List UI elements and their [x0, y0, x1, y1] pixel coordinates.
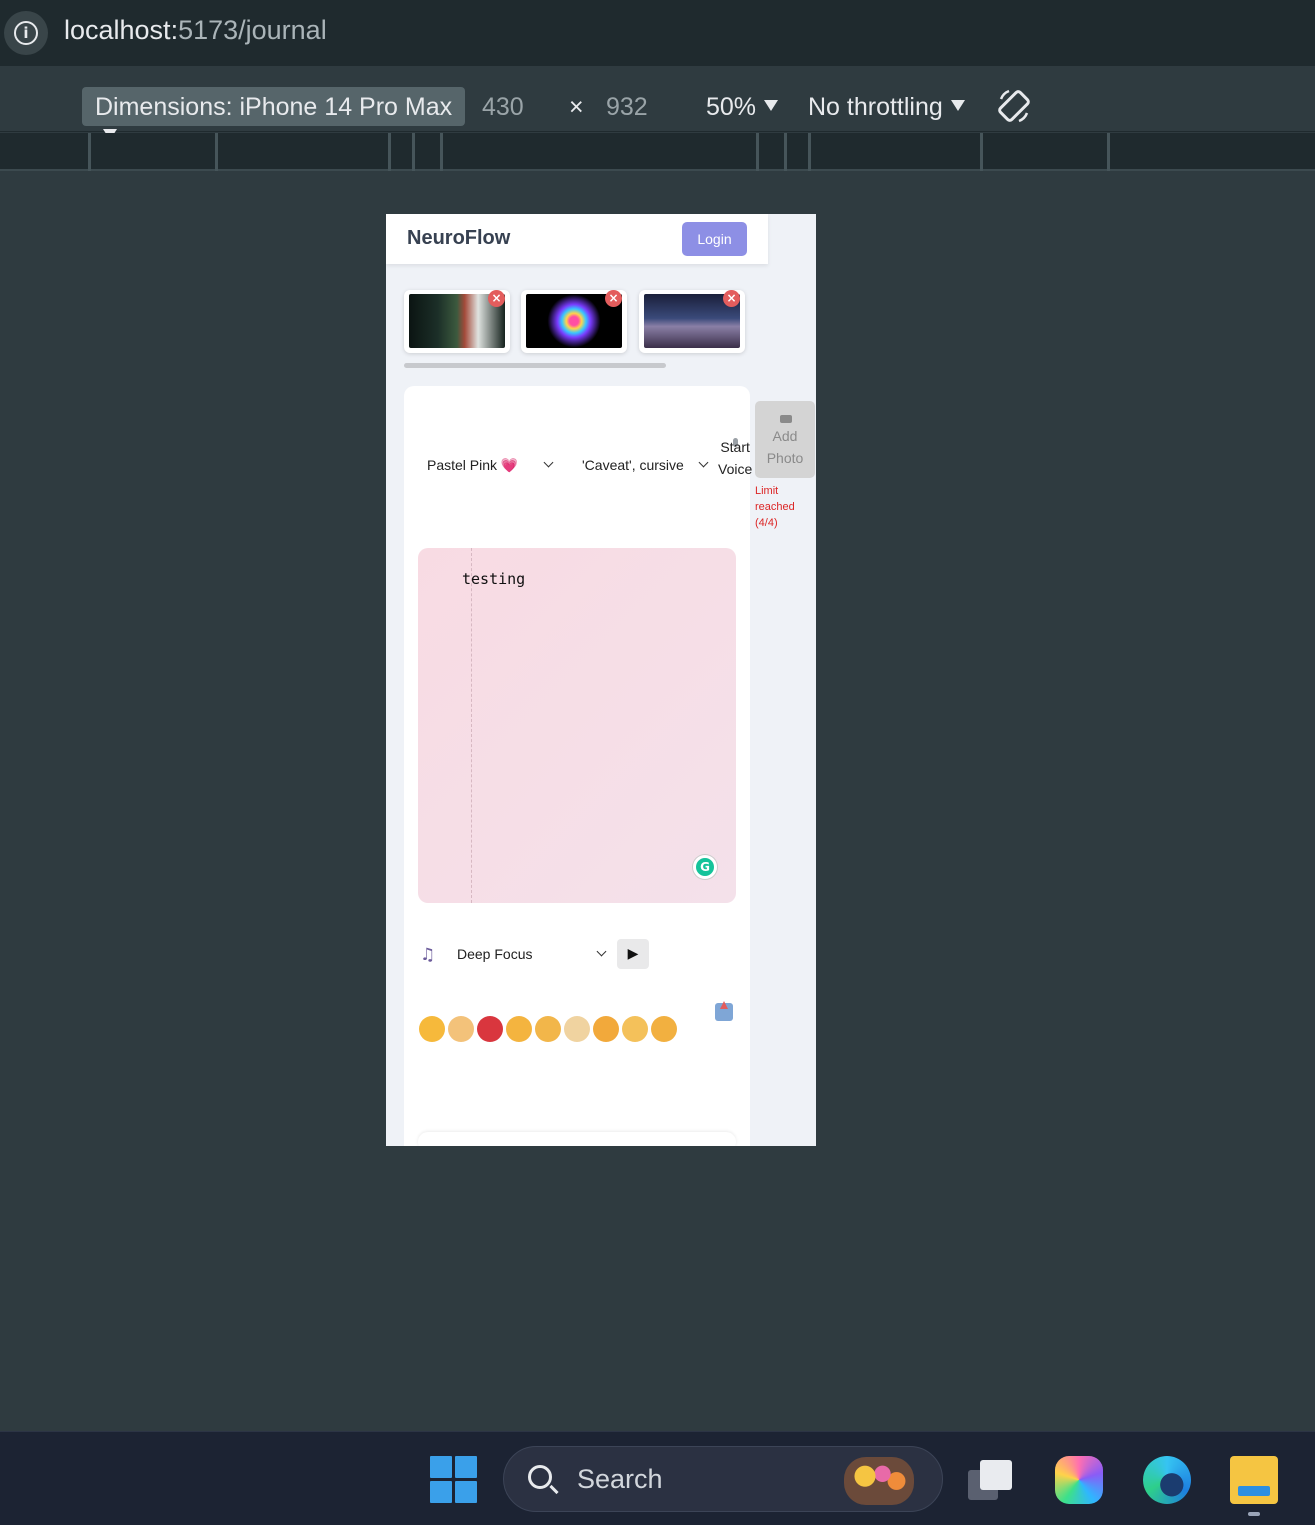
- dropdown-caret-icon: [950, 100, 965, 111]
- ruler-marker: [440, 133, 443, 171]
- rotate-device-icon[interactable]: [995, 87, 1033, 125]
- mood-sleepy-icon[interactable]: [535, 1016, 561, 1042]
- ruler-marker: [784, 133, 787, 171]
- device-viewport: NeuroFlow Login × × × Pastel Pink 💗 'Cav…: [386, 214, 816, 1146]
- next-card: [418, 1132, 736, 1146]
- remove-photo-icon[interactable]: ×: [605, 290, 622, 307]
- limit-line-3: (4/4): [755, 517, 778, 529]
- mood-flushed-icon[interactable]: [448, 1016, 474, 1042]
- journal-editor[interactable]: testing G: [418, 548, 736, 903]
- theme-select[interactable]: Pastel Pink 💗: [427, 457, 518, 474]
- mood-heart-eyes-icon[interactable]: [593, 1016, 619, 1042]
- windows-taskbar: Search: [0, 1431, 1315, 1525]
- height-input[interactable]: 932: [606, 93, 648, 122]
- ruler-marker: [1107, 133, 1110, 171]
- throttling-select[interactable]: No throttling: [808, 93, 965, 122]
- remove-photo-icon[interactable]: ×: [723, 290, 740, 307]
- music-select-value: Deep Focus: [457, 946, 533, 962]
- url-path: 5173/journal: [178, 15, 327, 45]
- grammarly-icon[interactable]: G: [693, 855, 717, 879]
- device-dimensions-label: Dimensions: iPhone 14 Pro Max: [95, 93, 453, 121]
- ruler-marker: [215, 133, 218, 171]
- journal-text[interactable]: testing: [462, 570, 525, 588]
- search-highlight-image: [844, 1457, 914, 1505]
- margin-line: [471, 548, 472, 903]
- file-explorer-icon[interactable]: [1230, 1456, 1278, 1504]
- zoom-select[interactable]: 50%: [706, 93, 779, 122]
- ruler-marker: [808, 133, 811, 171]
- device-toolbar: Dimensions: iPhone 14 Pro Max 430 × 932 …: [0, 66, 1315, 140]
- add-photo-label-line-1: Add: [772, 428, 798, 444]
- start-voice-button[interactable]: Start Voice: [718, 436, 752, 480]
- font-select-value: 'Caveat', cursive: [582, 457, 684, 473]
- font-select[interactable]: 'Caveat', cursive: [582, 457, 684, 473]
- app-header: NeuroFlow Login: [386, 214, 768, 264]
- times-symbol: ×: [569, 93, 584, 121]
- search-label: Search: [577, 1464, 663, 1494]
- mood-angry-icon[interactable]: [477, 1016, 503, 1042]
- ruler-marker: [980, 133, 983, 171]
- ruler-marker: [412, 133, 415, 171]
- voice-label-line-2: Voice: [718, 461, 753, 477]
- mood-nerd-icon[interactable]: [622, 1016, 648, 1042]
- mood-picker: [419, 1016, 677, 1042]
- dropdown-caret-icon: [764, 100, 779, 111]
- ruler-marker: [388, 133, 391, 171]
- mood-laughing-icon[interactable]: [506, 1016, 532, 1042]
- brand-title: NeuroFlow: [407, 227, 511, 249]
- voice-label-line-1: Start: [720, 439, 750, 455]
- add-photo-button[interactable]: Add Photo: [755, 401, 815, 478]
- login-button[interactable]: Login: [682, 222, 747, 256]
- photo-thumbnail[interactable]: ×: [639, 290, 745, 353]
- edge-browser-icon[interactable]: [1143, 1456, 1191, 1504]
- camera-icon: [780, 415, 792, 423]
- photo-thumbnail[interactable]: ×: [521, 290, 627, 353]
- ruler-marker: [756, 133, 759, 171]
- copilot-icon[interactable]: [1055, 1456, 1103, 1504]
- limit-line-2: reached: [755, 501, 795, 513]
- mood-smiling-icon[interactable]: [419, 1016, 445, 1042]
- add-photo-label-line-2: Photo: [766, 450, 804, 466]
- windows-start-icon[interactable]: [430, 1456, 477, 1503]
- horizontal-scrollbar[interactable]: [404, 363, 666, 368]
- url-text[interactable]: localhost:5173/journal: [64, 15, 327, 46]
- photo-limit-message: Limit reached (4/4): [755, 483, 795, 531]
- search-icon: [528, 1465, 552, 1489]
- throttling-label: No throttling: [808, 93, 943, 121]
- theme-select-value: Pastel Pink 💗: [427, 457, 519, 473]
- task-view-icon[interactable]: [966, 1456, 1014, 1504]
- mood-party-icon[interactable]: [651, 1016, 677, 1042]
- limit-line-1: Limit: [755, 485, 779, 497]
- address-bar: i localhost:5173/journal: [0, 0, 1315, 66]
- music-note-icon: ♫: [420, 945, 436, 965]
- taskbar-search[interactable]: Search: [503, 1446, 943, 1512]
- info-icon: i: [14, 21, 38, 45]
- width-input[interactable]: 430: [482, 93, 524, 122]
- url-host: localhost:: [64, 15, 179, 45]
- active-app-indicator: [1248, 1512, 1260, 1516]
- photo-thumbnail[interactable]: ×: [404, 290, 510, 353]
- mood-shocked-icon[interactable]: [564, 1016, 590, 1042]
- device-dimensions-select[interactable]: Dimensions: iPhone 14 Pro Max: [82, 87, 465, 140]
- remove-photo-icon[interactable]: ×: [488, 290, 505, 307]
- play-button[interactable]: ▶: [617, 939, 649, 969]
- media-query-ruler[interactable]: [0, 133, 1315, 171]
- zoom-label: 50%: [706, 93, 757, 121]
- export-icon[interactable]: [715, 1001, 733, 1021]
- music-select[interactable]: Deep Focus: [457, 946, 532, 962]
- site-info-button[interactable]: i: [4, 11, 48, 55]
- ruler-marker: [88, 133, 91, 171]
